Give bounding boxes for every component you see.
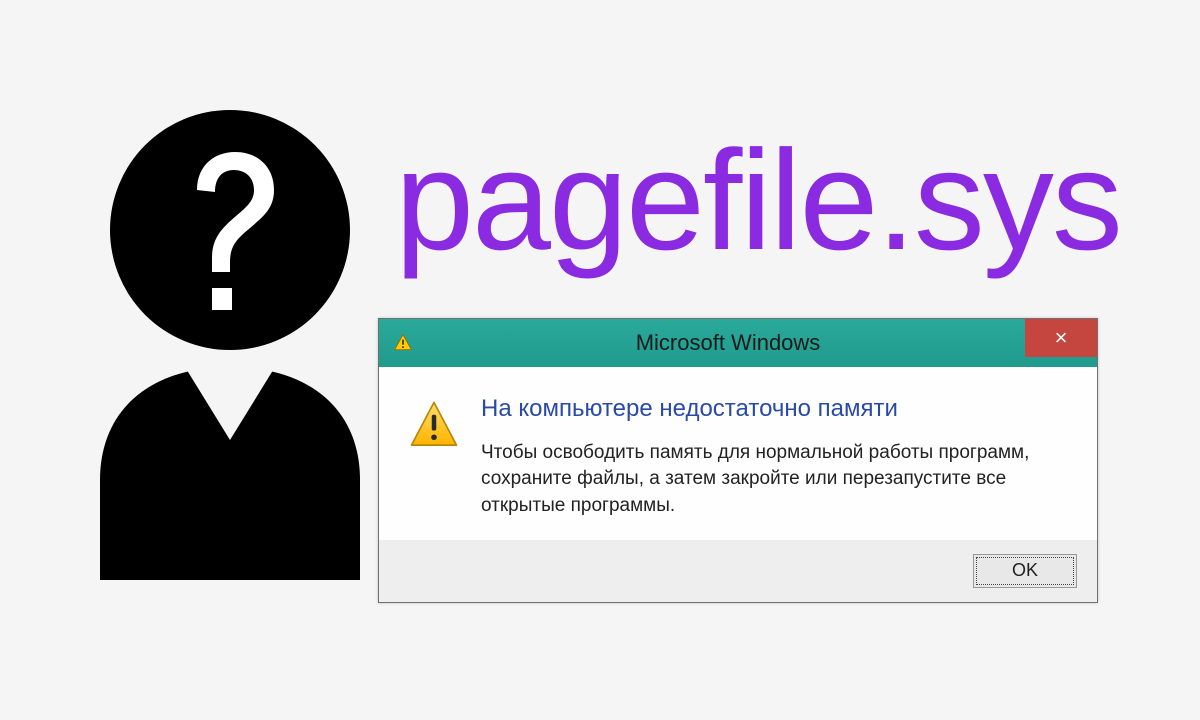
question-person-icon (70, 100, 390, 580)
memory-warning-dialog: Microsoft Windows × На компьютере недост… (378, 318, 1098, 603)
dialog-titlebar: Microsoft Windows × (379, 319, 1097, 367)
dialog-body: На компьютере недостаточно памяти Чтобы … (379, 367, 1097, 540)
close-button[interactable]: × (1025, 319, 1097, 357)
dialog-footer: OK (379, 540, 1097, 602)
page-title: pagefile.sys (395, 130, 1121, 272)
ok-button[interactable]: OK (973, 554, 1077, 588)
warning-icon (407, 399, 461, 453)
message-area: На компьютере недостаточно памяти Чтобы … (481, 395, 1069, 520)
message-heading: На компьютере недостаточно памяти (481, 395, 1069, 424)
message-text: Чтобы освободить память для нормальной р… (481, 440, 1069, 520)
close-icon: × (1055, 325, 1068, 351)
dialog-title: Microsoft Windows (359, 330, 1097, 356)
